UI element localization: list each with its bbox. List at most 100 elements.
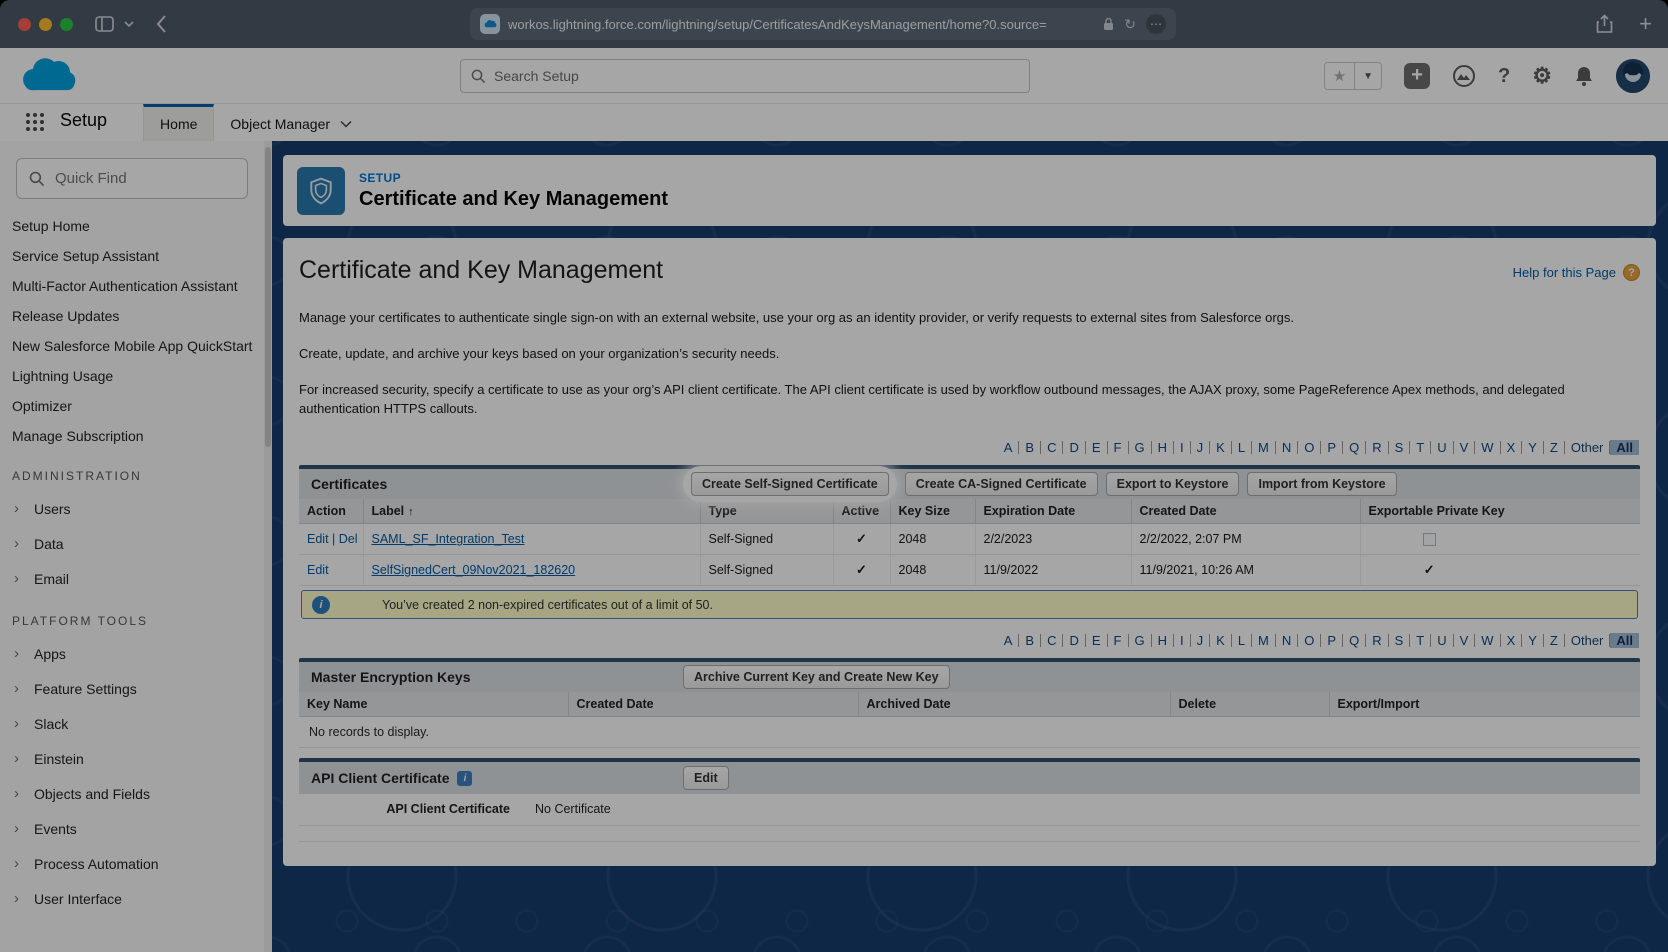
alphabet-filter-letter[interactable]: L [1232, 441, 1252, 454]
archive-current-key-button[interactable]: Archive Current Key and Create New Key [683, 665, 950, 689]
sidebar-item[interactable]: Lightning Usage [0, 361, 272, 391]
alphabet-filter-letter[interactable]: W [1475, 634, 1500, 647]
settings-gear-icon[interactable]: ⚙ [1532, 63, 1552, 89]
alphabet-filter-letter[interactable]: W [1475, 441, 1500, 454]
sidebar-item[interactable]: Release Updates [0, 301, 272, 331]
search-input[interactable] [494, 68, 1019, 84]
app-launcher-icon[interactable] [24, 111, 46, 141]
alphabet-filter-letter[interactable]: Y [1522, 634, 1544, 647]
star-icon[interactable]: ★ [1325, 63, 1354, 89]
alphabet-filter-letter[interactable]: All [1610, 633, 1639, 648]
alphabet-filter-letter[interactable]: D [1063, 634, 1085, 647]
chevron-right-icon[interactable]: › [14, 500, 24, 517]
salesforce-logo-icon[interactable] [16, 54, 78, 98]
sidebar-group-item[interactable]: › Email [0, 561, 272, 596]
alphabet-filter-letter[interactable]: F [1108, 634, 1129, 647]
alphabet-filter-letter[interactable]: I [1174, 634, 1191, 647]
alphabet-filter-letter[interactable]: C [1041, 441, 1063, 454]
alphabet-filter-letter[interactable]: L [1232, 634, 1252, 647]
alphabet-filter-letter[interactable]: P [1321, 634, 1343, 647]
sidebar-item[interactable]: Optimizer [0, 391, 272, 421]
alphabet-filter-letter[interactable]: Other [1565, 441, 1611, 454]
alphabet-filter-letter[interactable]: S [1389, 634, 1411, 647]
certificate-label-link[interactable]: SAML_SF_Integration_Test [372, 532, 525, 546]
alphabet-filter-letter[interactable]: O [1298, 634, 1321, 647]
sidebar-scrollbar-thumb[interactable] [265, 147, 271, 447]
sidebar-group-item[interactable]: › Einstein [0, 741, 272, 776]
alphabet-filter-letter[interactable]: K [1210, 441, 1232, 454]
chevron-right-icon[interactable]: › [14, 820, 24, 837]
chevron-right-icon[interactable]: › [14, 645, 24, 662]
alphabet-filter-letter[interactable]: Y [1522, 441, 1544, 454]
sidebar-item[interactable]: Multi-Factor Authentication Assistant [0, 271, 272, 301]
alphabet-filter-letter[interactable]: V [1454, 441, 1476, 454]
back-icon[interactable] [156, 15, 167, 33]
alphabet-filter-letter[interactable]: R [1366, 634, 1388, 647]
row-action-links[interactable]: Edit | Del [299, 524, 363, 555]
chevron-right-icon[interactable]: › [14, 785, 24, 802]
alphabet-filter-letter[interactable]: C [1041, 634, 1063, 647]
sidebar-group-item[interactable]: › Feature Settings [0, 671, 272, 706]
sidebar-chevron-icon[interactable] [124, 21, 134, 28]
alphabet-filter-letter[interactable]: M [1252, 441, 1276, 454]
edit-api-client-certificate-button[interactable]: Edit [683, 766, 729, 790]
alphabet-filter-letter[interactable]: R [1366, 441, 1388, 454]
sidebar-item[interactable]: Manage Subscription [0, 421, 272, 451]
alphabet-filter-letter[interactable]: I [1174, 441, 1191, 454]
column-label[interactable]: Label↑ [363, 499, 700, 524]
certificate-label-link[interactable]: SelfSignedCert_09Nov2021_182620 [372, 563, 576, 577]
alphabet-filter-letter[interactable]: N [1276, 634, 1298, 647]
alphabet-filter-letter[interactable]: All [1610, 440, 1639, 455]
sidebar-group-item[interactable]: › Data [0, 526, 272, 561]
alphabet-filter-letter[interactable]: S [1389, 441, 1411, 454]
alphabet-filter-letter[interactable]: X [1501, 634, 1523, 647]
alphabet-filter-letter[interactable]: F [1108, 441, 1129, 454]
favorites-button[interactable]: ★ ▼ [1324, 62, 1382, 90]
sidebar-group-item[interactable]: › Objects and Fields [0, 776, 272, 811]
alphabet-filter-letter[interactable]: O [1298, 441, 1321, 454]
alphabet-filter-letter[interactable]: X [1501, 441, 1523, 454]
row-action-links[interactable]: Edit [299, 555, 363, 586]
help-question-icon[interactable]: ? [1623, 264, 1640, 281]
alphabet-filter-letter[interactable]: A [998, 634, 1020, 647]
alphabet-filter-letter[interactable]: P [1321, 441, 1343, 454]
minimize-window-button[interactable] [39, 18, 52, 31]
tab-object-manager[interactable]: Object Manager [214, 104, 368, 141]
chevron-right-icon[interactable]: › [14, 890, 24, 907]
global-search[interactable] [460, 59, 1030, 93]
alphabet-filter-letter[interactable]: T [1410, 634, 1431, 647]
notifications-bell-icon[interactable] [1574, 65, 1594, 87]
sidebar-item[interactable]: New Salesforce Mobile App QuickStart [0, 331, 272, 361]
sidebar-group-item[interactable]: › Process Automation [0, 846, 272, 881]
alphabet-filter-letter[interactable]: J [1191, 441, 1211, 454]
sidebar-item[interactable]: Setup Home [0, 211, 272, 241]
global-actions-icon[interactable]: + [1404, 63, 1430, 89]
address-bar[interactable]: workos.lightning.force.com/lightning/set… [470, 8, 1176, 40]
alphabet-filter-letter[interactable]: H [1152, 634, 1174, 647]
chevron-right-icon[interactable]: › [14, 715, 24, 732]
alphabet-filter-letter[interactable]: B [1019, 634, 1041, 647]
close-window-button[interactable] [18, 18, 31, 31]
tab-home[interactable]: Home [143, 104, 214, 141]
import-from-keystore-button[interactable]: Import from Keystore [1247, 472, 1396, 496]
chevron-right-icon[interactable]: › [14, 570, 24, 587]
quick-find-box[interactable] [16, 158, 248, 199]
alphabet-filter-letter[interactable]: U [1431, 441, 1453, 454]
alphabet-filter-letter[interactable]: U [1431, 634, 1453, 647]
sidebar-group-item[interactable]: › User Interface [0, 881, 272, 916]
alphabet-filter-letter[interactable]: Other [1565, 634, 1611, 647]
alphabet-filter-letter[interactable]: E [1086, 634, 1108, 647]
favorites-caret-icon[interactable]: ▼ [1354, 63, 1381, 89]
alphabet-filter-letter[interactable]: N [1276, 441, 1298, 454]
user-avatar[interactable] [1616, 59, 1650, 93]
reload-icon[interactable]: ↻ [1124, 16, 1136, 33]
alphabet-filter-letter[interactable]: Z [1544, 441, 1565, 454]
help-icon[interactable]: ? [1498, 65, 1510, 88]
new-tab-icon[interactable]: + [1639, 11, 1652, 37]
alphabet-filter-letter[interactable]: Z [1544, 634, 1565, 647]
sidebar-group-item[interactable]: › Events [0, 811, 272, 846]
create-self-signed-certificate-button[interactable]: Create Self-Signed Certificate [691, 472, 889, 496]
alphabet-filter-letter[interactable]: B [1019, 441, 1041, 454]
create-ca-signed-certificate-button[interactable]: Create CA-Signed Certificate [905, 472, 1098, 496]
chevron-right-icon[interactable]: › [14, 535, 24, 552]
